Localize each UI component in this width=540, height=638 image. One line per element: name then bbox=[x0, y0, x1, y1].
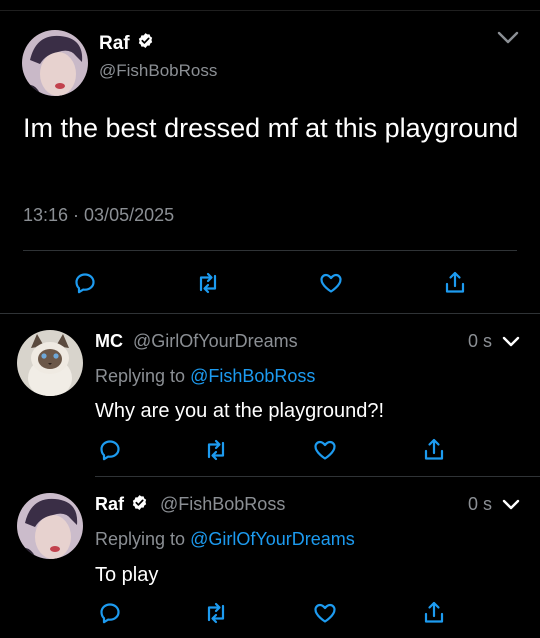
replying-to: Replying to @GirlOfYourDreams bbox=[95, 529, 355, 550]
author-name[interactable]: Raf bbox=[99, 33, 154, 55]
action-bar bbox=[95, 435, 540, 465]
reply-timestamp: 0 s bbox=[468, 331, 493, 351]
reply-author-name[interactable]: MC bbox=[95, 331, 123, 352]
divider bbox=[23, 250, 517, 251]
chevron-down-icon[interactable] bbox=[501, 498, 521, 517]
like-icon[interactable] bbox=[310, 598, 340, 628]
action-bar bbox=[95, 598, 540, 628]
replying-to-link[interactable]: @GirlOfYourDreams bbox=[190, 529, 355, 549]
author-handle[interactable]: @FishBobRoss bbox=[99, 61, 217, 81]
like-icon[interactable] bbox=[316, 268, 346, 298]
avatar[interactable] bbox=[17, 493, 83, 559]
share-icon[interactable] bbox=[440, 268, 470, 298]
reply-text: To play bbox=[95, 564, 159, 586]
verified-icon bbox=[129, 494, 148, 516]
reply-icon[interactable] bbox=[95, 435, 125, 465]
divider bbox=[0, 313, 540, 314]
avatar[interactable] bbox=[22, 30, 88, 96]
action-bar bbox=[70, 268, 530, 298]
share-icon[interactable] bbox=[419, 598, 449, 628]
top-divider bbox=[0, 10, 540, 11]
replying-to-label: Replying to bbox=[95, 529, 186, 549]
reply-icon[interactable] bbox=[95, 598, 125, 628]
retweet-icon[interactable] bbox=[201, 598, 231, 628]
replying-to: Replying to @FishBobRoss bbox=[95, 366, 315, 387]
reply-text: Why are you at the playground?! bbox=[95, 400, 385, 422]
divider bbox=[95, 476, 540, 477]
like-icon[interactable] bbox=[310, 435, 340, 465]
reply-author-name-text: Raf bbox=[95, 494, 125, 514]
replying-to-label: Replying to bbox=[95, 366, 186, 386]
retweet-icon[interactable] bbox=[201, 435, 231, 465]
reply-author-name[interactable]: Raf bbox=[95, 494, 148, 516]
share-icon[interactable] bbox=[419, 435, 449, 465]
chevron-down-icon[interactable] bbox=[501, 335, 521, 354]
retweet-icon[interactable] bbox=[193, 268, 223, 298]
reply-icon[interactable] bbox=[70, 268, 100, 298]
avatar[interactable] bbox=[17, 330, 83, 396]
reply-author-handle[interactable]: @FishBobRoss bbox=[160, 494, 285, 515]
tweet-text: Im the best dressed mf at this playgroun… bbox=[23, 113, 519, 143]
author-name-text: Raf bbox=[99, 33, 130, 55]
reply-timestamp: 0 s bbox=[468, 494, 493, 514]
replying-to-link[interactable]: @FishBobRoss bbox=[190, 366, 315, 386]
tweet-timestamp: 13:16 · 03/05/2025 bbox=[23, 205, 175, 225]
reply-author-handle[interactable]: @GirlOfYourDreams bbox=[133, 331, 298, 352]
chevron-down-icon[interactable] bbox=[496, 30, 520, 51]
verified-icon bbox=[135, 33, 154, 55]
